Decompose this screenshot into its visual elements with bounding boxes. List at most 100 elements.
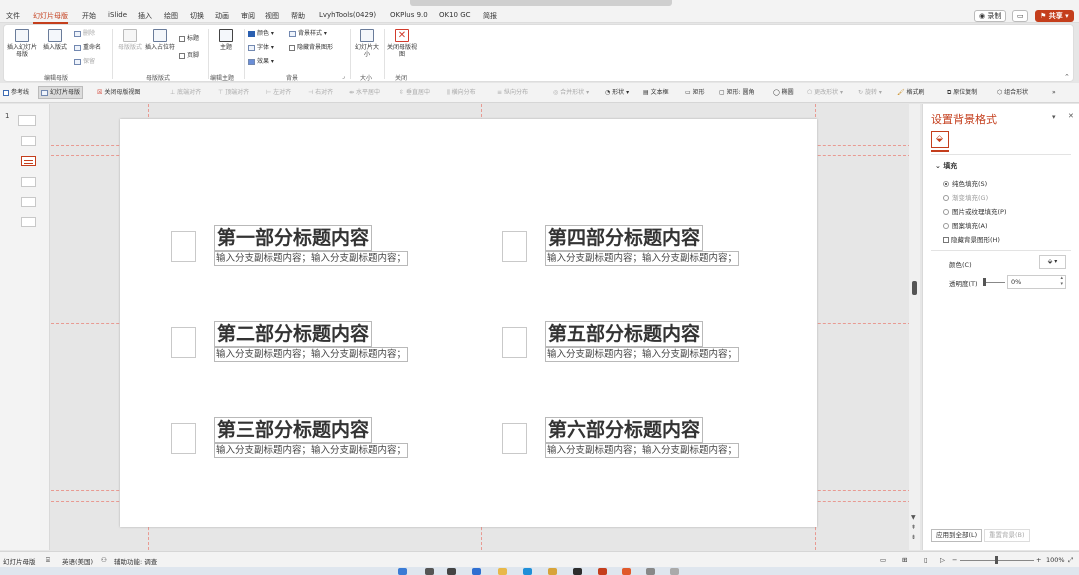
page-down-icon[interactable]: ⇟ (911, 534, 916, 541)
transparency-input[interactable]: 0% ▴ ▾ (1007, 275, 1066, 289)
comment-button[interactable]: ▭ (1012, 10, 1028, 22)
folder-icon[interactable] (498, 568, 507, 575)
fit-to-window-icon[interactable]: ⤢ (1068, 556, 1073, 565)
apply-to-all-button[interactable]: 应用到全部(L) (931, 529, 983, 542)
section-number-box[interactable] (171, 327, 196, 358)
app-icon[interactable] (548, 568, 557, 575)
align-bottom-button[interactable]: ⊥ 底端对齐 (170, 88, 201, 97)
master-thumbnail[interactable] (18, 115, 36, 126)
layout-thumbnail[interactable] (21, 177, 36, 187)
layout-thumbnail-selected[interactable] (21, 156, 36, 166)
layout-thumbnail[interactable] (21, 136, 36, 146)
preserve-button[interactable]: 保留 (74, 58, 95, 66)
tab-lvyhtools[interactable]: LvyhTools(0429) (319, 11, 376, 19)
gradient-fill-radio[interactable]: 渐变填充(G) (943, 194, 988, 203)
more-tools-button[interactable]: » (1052, 88, 1056, 97)
rectangle-button[interactable]: ▭ 矩形 (685, 88, 705, 97)
master-layout-button[interactable]: 母版版式 (118, 29, 142, 51)
duplicate-in-place-button[interactable]: ⧉ 原位复制 (947, 88, 977, 97)
slide-size-button[interactable]: 幻灯片大小 (353, 29, 381, 58)
section-number-box[interactable] (171, 231, 196, 262)
close-icon[interactable]: ✕ (1068, 112, 1074, 120)
normal-view-icon[interactable]: ▭ (880, 556, 886, 564)
section-number-box[interactable] (502, 231, 527, 262)
section-title[interactable]: 第六部分标题内容 (545, 417, 704, 443)
collapse-ribbon-icon[interactable]: ⌃ (1064, 73, 1070, 81)
group-shapes-button[interactable]: ⬡ 组合形状 (997, 88, 1028, 97)
tab-slide-master[interactable]: 幻灯片母版 (33, 11, 68, 24)
scroll-down-icon[interactable]: ▼ (911, 514, 916, 521)
zoom-level[interactable]: 100% (1046, 556, 1065, 564)
color-picker-button[interactable]: ⬙ ▾ (1039, 255, 1066, 269)
background-styles-dropdown[interactable]: 背景样式 ▾ (289, 30, 327, 38)
transparency-slider[interactable] (983, 282, 1005, 283)
textbox-button[interactable]: ▤ 文本框 (643, 88, 669, 97)
footer-checkbox[interactable]: 页脚 (179, 52, 199, 60)
colors-dropdown[interactable]: 颜色 ▾ (248, 30, 274, 38)
section-number-box[interactable] (502, 423, 527, 454)
section-title[interactable]: 第三部分标题内容 (214, 417, 373, 443)
tab-transitions[interactable]: 切换 (190, 11, 204, 21)
slideshow-icon[interactable]: ▷ (940, 556, 945, 564)
align-right-button[interactable]: ⊣ 右对齐 (308, 88, 333, 97)
shapes-button[interactable]: ◔ 形状 ▾ (605, 88, 629, 97)
taskview-icon[interactable] (447, 568, 456, 575)
close-master-quick-button[interactable]: ☒ 关闭母版视图 (97, 88, 140, 97)
tab-ok10gc[interactable]: OK10 GC (439, 11, 471, 19)
tab-briefing[interactable]: 简报 (483, 11, 497, 21)
slide-master-view-button[interactable]: 幻灯片母版 (38, 86, 84, 99)
section-subtitle[interactable]: 输入分支副标题内容；输入分支副标题内容； (545, 251, 740, 266)
zoom-slider-knob[interactable] (995, 556, 998, 564)
align-left-button[interactable]: ⊢ 左对齐 (266, 88, 291, 97)
zoom-in-icon[interactable]: + (1036, 556, 1041, 564)
insert-layout-button[interactable]: 插入版式 (40, 29, 70, 51)
app-icon[interactable] (573, 568, 582, 575)
powerpoint-icon[interactable] (598, 568, 607, 575)
rename-button[interactable]: 重命名 (74, 44, 101, 52)
spell-check-icon[interactable]: ⌸ (46, 556, 50, 565)
page-up-icon[interactable]: ⇞ (911, 524, 916, 531)
tab-review[interactable]: 审阅 (241, 11, 255, 21)
reset-background-button[interactable]: 重置背景(B) (984, 529, 1030, 542)
section-subtitle[interactable]: 输入分支副标题内容；输入分支副标题内容； (214, 443, 409, 458)
group-dialog-launcher-icon[interactable]: ⌟ (342, 73, 345, 80)
fonts-dropdown[interactable]: 字体 ▾ (248, 44, 274, 52)
center-vertical-button[interactable]: ⇳ 垂直居中 (399, 88, 430, 97)
transparency-slider-knob[interactable] (983, 278, 986, 286)
rounded-rectangle-button[interactable]: ▢ 矩形: 圆角 (719, 88, 755, 97)
layout-thumbnail[interactable] (21, 197, 36, 207)
language-indicator[interactable]: 英语(美国) (62, 556, 93, 566)
change-shape-button[interactable]: ⬠ 更改形状 ▾ (807, 88, 843, 97)
tab-animations[interactable]: 动画 (215, 11, 229, 21)
align-top-button[interactable]: ⊤ 顶端对齐 (218, 88, 249, 97)
tab-draw[interactable]: 绘图 (164, 11, 178, 21)
insert-placeholder-button[interactable]: 插入占位符 (145, 29, 175, 51)
vertical-scrollbar[interactable]: ▼ ⇞ ⇟ (909, 104, 920, 550)
accessibility-status[interactable]: 辅助功能: 调查 (114, 556, 157, 566)
fill-section-header[interactable]: ⌄ 填充 (935, 161, 957, 171)
close-master-view-button[interactable]: ✕ 关闭母版视图 (387, 29, 417, 58)
effects-dropdown[interactable]: 效果 ▾ (248, 58, 274, 66)
slide[interactable]: 第一部分标题内容 输入分支副标题内容；输入分支副标题内容； 第二部分标题内容 输… (120, 119, 817, 527)
rotate-button[interactable]: ↻ 旋转 ▾ (858, 88, 882, 97)
delete-button[interactable]: 删除 (74, 30, 95, 38)
reading-view-icon[interactable]: ▯ (924, 556, 928, 564)
app-icon[interactable] (472, 568, 481, 575)
pane-options-icon[interactable]: ▾ (1052, 113, 1056, 121)
merge-shapes-button[interactable]: ◎ 合并形状 ▾ (553, 88, 589, 97)
tab-help[interactable]: 帮助 (291, 11, 305, 21)
ellipse-button[interactable]: ◯ 椭圆 (773, 88, 794, 97)
app-icon[interactable] (646, 568, 655, 575)
distribute-horizontal-button[interactable]: ⫼ 横向分布 (447, 88, 476, 97)
tab-okplus[interactable]: OKPlus 9.0 (390, 11, 428, 19)
app-icon[interactable] (670, 568, 679, 575)
tab-islide[interactable]: iSlide (108, 11, 127, 19)
insert-slide-master-button[interactable]: 插入幻灯片母版 (7, 29, 37, 58)
spinner-icon[interactable]: ▴ ▾ (1060, 275, 1063, 287)
section-number-box[interactable] (171, 423, 196, 454)
format-painter-button[interactable]: 🖌 格式刷 (897, 88, 925, 97)
center-horizontal-button[interactable]: ⇹ 水平居中 (349, 88, 380, 97)
picture-fill-radio[interactable]: 图片或纹理填充(P) (943, 208, 1007, 217)
scrollbar-thumb[interactable] (912, 281, 917, 295)
section-title[interactable]: 第二部分标题内容 (214, 321, 373, 347)
